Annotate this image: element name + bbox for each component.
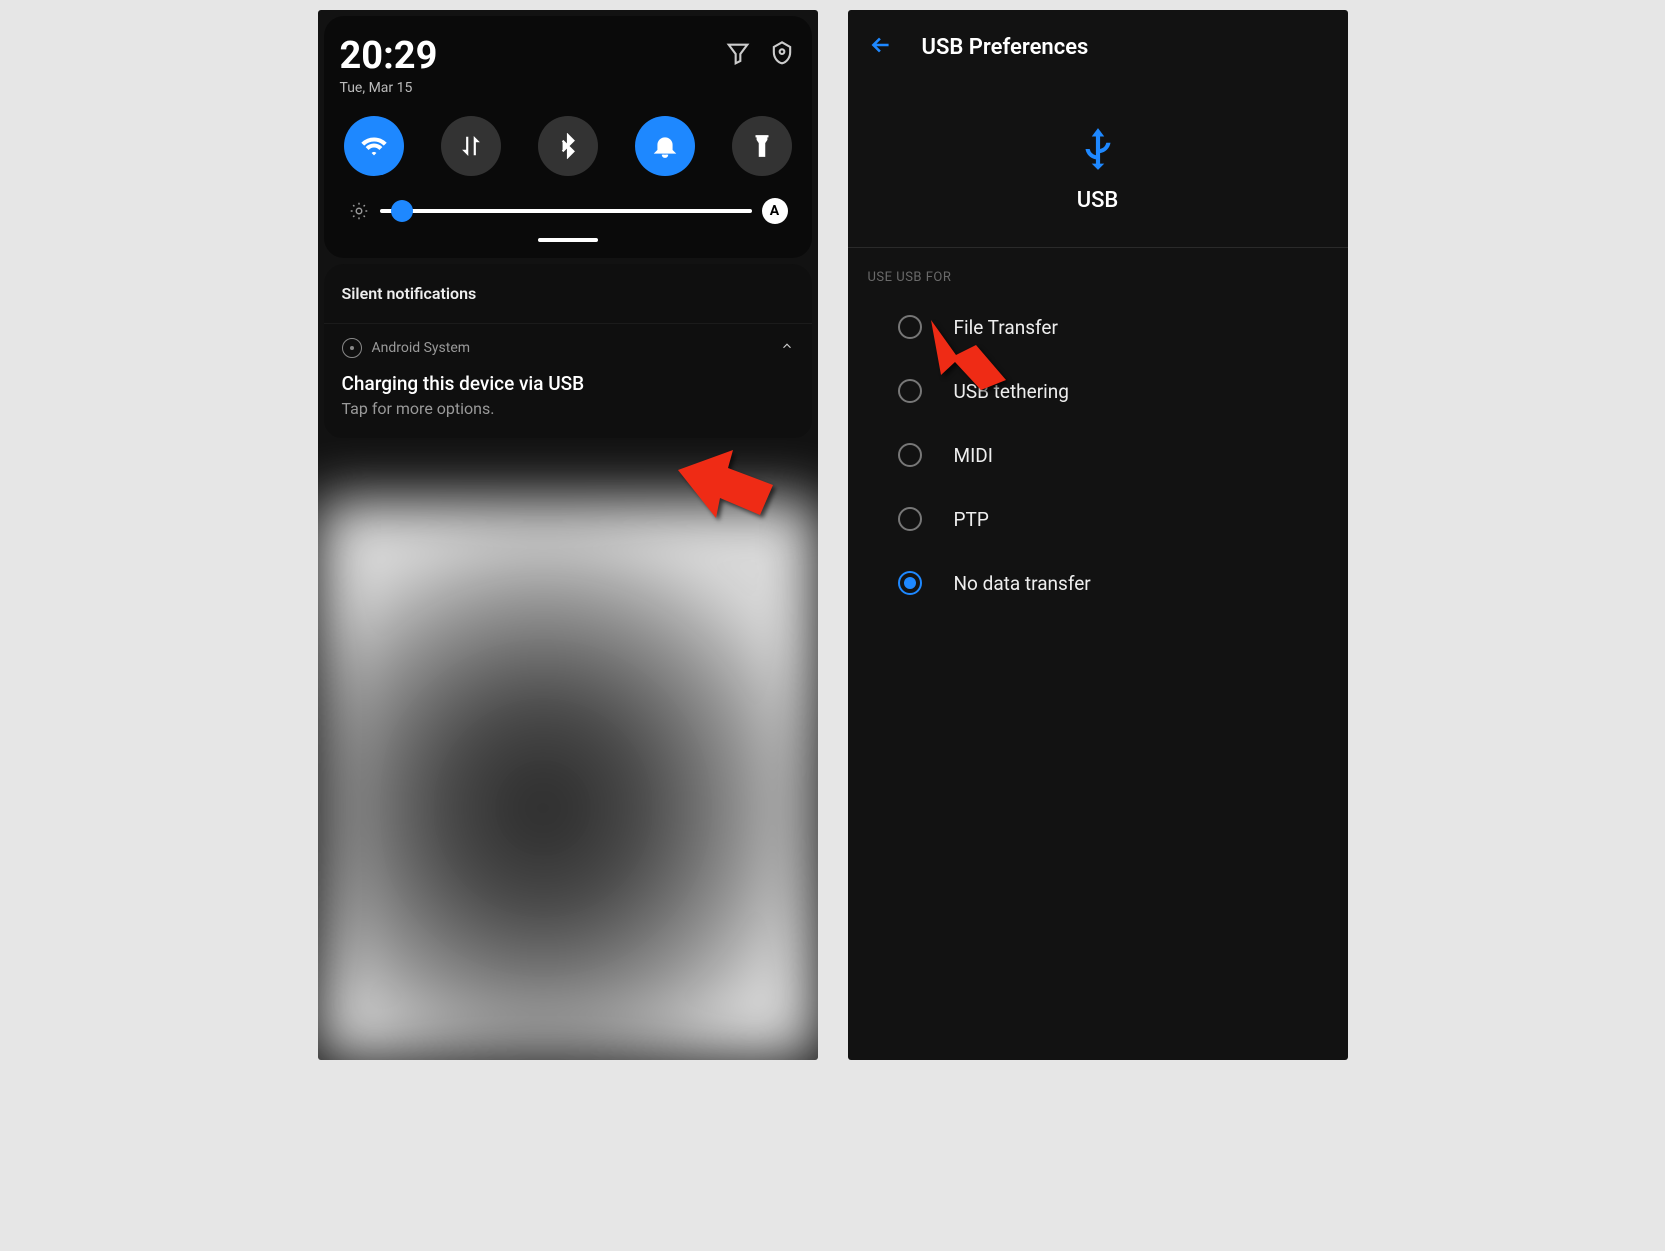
qs-header-icons bbox=[724, 40, 796, 68]
notification-app-name: Android System bbox=[372, 340, 471, 356]
radio-label: File Transfer bbox=[954, 316, 1058, 339]
usb-radio-list: File Transfer USB tethering MIDI PTP No data… bbox=[848, 295, 1348, 615]
back-icon[interactable] bbox=[868, 32, 894, 62]
radio-button[interactable] bbox=[898, 315, 922, 339]
auto-brightness-badge[interactable]: A bbox=[762, 198, 788, 224]
silent-notifications-card: Silent notifications Android System Char… bbox=[324, 264, 812, 438]
radio-row-midi[interactable]: MIDI bbox=[848, 423, 1348, 487]
quick-toggle-row bbox=[340, 116, 796, 176]
radio-row-file-transfer[interactable]: File Transfer bbox=[848, 295, 1348, 359]
clock-block: 20:29 Tue, Mar 15 bbox=[340, 34, 438, 96]
wallpaper-blur bbox=[318, 500, 818, 1060]
brightness-row: A bbox=[340, 198, 796, 224]
radio-label: PTP bbox=[954, 508, 989, 531]
panel-handle[interactable] bbox=[538, 238, 598, 242]
toggle-wifi[interactable] bbox=[344, 116, 404, 176]
toggle-notifications[interactable] bbox=[635, 116, 695, 176]
radio-button[interactable] bbox=[898, 507, 922, 531]
android-system-icon bbox=[342, 338, 362, 358]
radio-button[interactable] bbox=[898, 571, 922, 595]
usb-notification[interactable]: Android System Charging this device via … bbox=[324, 324, 812, 438]
radio-button[interactable] bbox=[898, 379, 922, 403]
collapse-icon[interactable] bbox=[780, 339, 794, 357]
notification-app-left: Android System bbox=[342, 338, 471, 358]
qs-header: 20:29 Tue, Mar 15 bbox=[340, 34, 796, 96]
phone-usb-preferences: USB Preferences USB USE USB FOR File Tra… bbox=[848, 10, 1348, 1060]
prefs-header: USB Preferences bbox=[848, 10, 1348, 84]
usb-hero-label: USB bbox=[848, 188, 1348, 213]
brightness-slider[interactable] bbox=[380, 209, 752, 213]
toggle-flashlight[interactable] bbox=[732, 116, 792, 176]
brightness-thumb[interactable] bbox=[391, 200, 413, 222]
toggle-data[interactable] bbox=[441, 116, 501, 176]
notification-app-row: Android System bbox=[342, 338, 794, 358]
clock-time: 20:29 bbox=[340, 34, 438, 78]
toggle-bluetooth[interactable] bbox=[538, 116, 598, 176]
quick-settings-panel: 20:29 Tue, Mar 15 bbox=[324, 16, 812, 258]
section-label: USE USB FOR bbox=[848, 248, 1348, 295]
notification-subtitle: Tap for more options. bbox=[342, 399, 794, 418]
radio-label: No data transfer bbox=[954, 572, 1091, 595]
usb-hero: USB bbox=[848, 84, 1348, 247]
radio-row-no-data-transfer[interactable]: No data transfer bbox=[848, 551, 1348, 615]
phone-notification-shade: 20:29 Tue, Mar 15 bbox=[318, 10, 818, 1060]
silent-header: Silent notifications bbox=[324, 264, 812, 324]
radio-row-usb-tethering[interactable]: USB tethering bbox=[848, 359, 1348, 423]
brightness-low-icon bbox=[348, 200, 370, 222]
radio-label: USB tethering bbox=[954, 380, 1069, 403]
prefs-title: USB Preferences bbox=[922, 35, 1089, 60]
notification-title: Charging this device via USB bbox=[342, 372, 794, 395]
settings-icon[interactable] bbox=[768, 40, 796, 68]
filter-icon[interactable] bbox=[724, 40, 752, 68]
radio-row-ptp[interactable]: PTP bbox=[848, 487, 1348, 551]
clock-date: Tue, Mar 15 bbox=[340, 80, 438, 96]
usb-trident-icon bbox=[1073, 159, 1123, 178]
radio-label: MIDI bbox=[954, 444, 993, 467]
radio-button[interactable] bbox=[898, 443, 922, 467]
